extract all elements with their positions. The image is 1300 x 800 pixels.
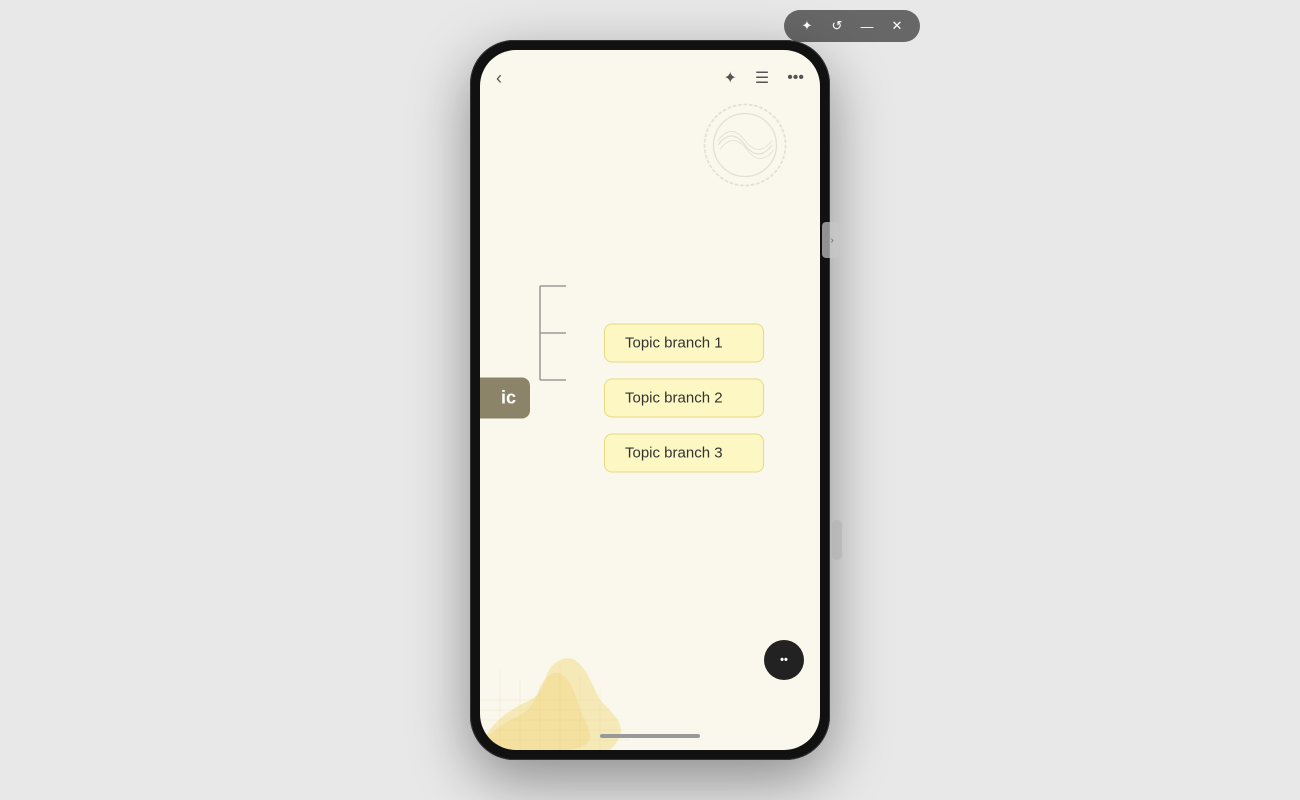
pin-btn[interactable]: ✦ (796, 15, 818, 37)
right-resize-handle[interactable] (832, 520, 842, 560)
phone-screen: ‹ ✦ ☰ ••• ic Topic branch (480, 50, 820, 750)
more-icon[interactable]: ••• (787, 69, 804, 87)
pin-icon[interactable]: ✦ (723, 68, 736, 88)
ai-button[interactable]: •• (764, 640, 804, 680)
app-header: ‹ ✦ ☰ ••• (480, 50, 820, 106)
back-button[interactable]: ‹ (496, 68, 502, 89)
branch-node-1[interactable]: Topic branch 1 (604, 324, 764, 363)
connector-lines (530, 333, 570, 463)
root-node[interactable]: ic (480, 378, 530, 419)
branches: Topic branch 1 Topic branch 2 Topic bran… (604, 324, 764, 473)
branch-node-3[interactable]: Topic branch 3 (604, 434, 764, 473)
home-indicator (600, 734, 700, 738)
header-icons: ✦ ☰ ••• (723, 68, 804, 88)
list-icon[interactable]: ☰ (755, 68, 769, 88)
window-chrome: ✦ ↺ — ✕ (784, 10, 920, 42)
side-expand-arrow[interactable]: › (822, 222, 842, 258)
ai-icon: •• (780, 654, 788, 666)
branch-node-2[interactable]: Topic branch 2 (604, 379, 764, 418)
close-btn[interactable]: ✕ (886, 15, 908, 37)
phone-frame: ‹ ✦ ☰ ••• ic Topic branch (470, 40, 830, 760)
mindmap-area: ic Topic branch 1 Topic branch 2 Topic b… (480, 106, 820, 690)
minimize-btn[interactable]: — (856, 15, 878, 37)
rotate-btn[interactable]: ↺ (826, 15, 848, 37)
